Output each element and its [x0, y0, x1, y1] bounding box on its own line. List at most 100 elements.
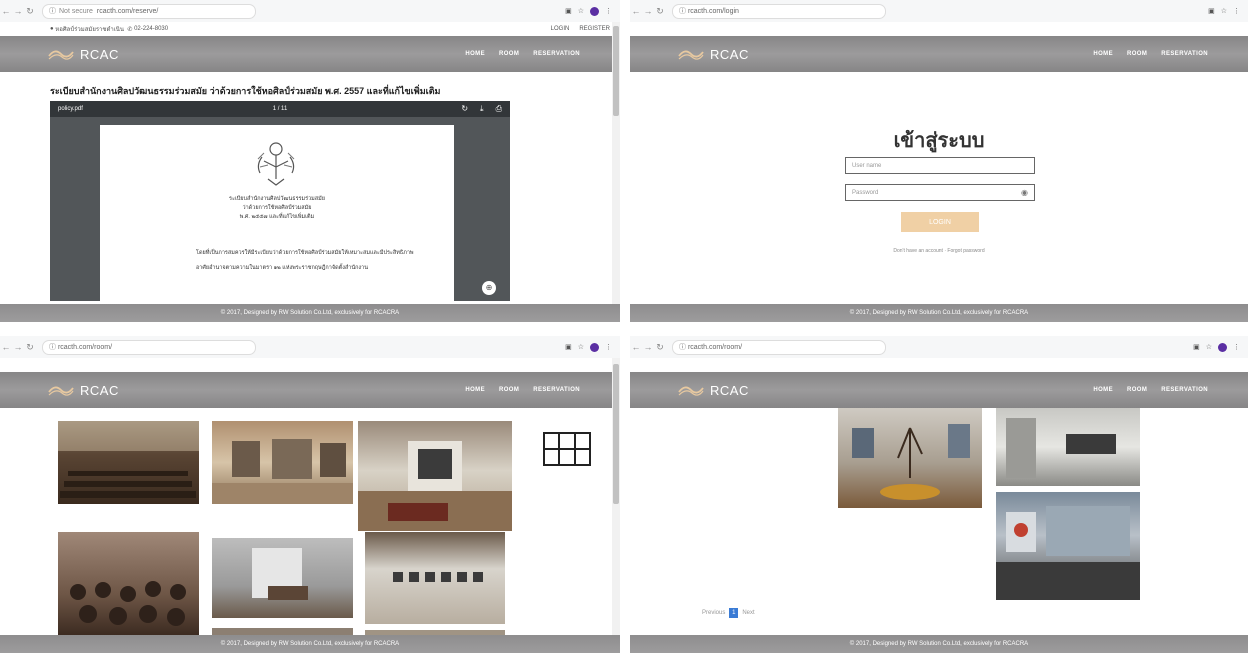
room-photo[interactable] [58, 532, 199, 636]
star-icon[interactable]: ☆ [578, 343, 584, 351]
photo-detail [358, 441, 512, 531]
kebab-menu-icon[interactable]: ⋮ [605, 343, 612, 351]
address-bar[interactable]: ⓘ rcacth.com/room/ [672, 339, 886, 355]
logo-wave-icon [678, 386, 704, 396]
pdf-filename: policy.pdf [58, 106, 83, 112]
menu-home[interactable]: HOME [465, 387, 485, 393]
menu-room[interactable]: ROOM [499, 387, 519, 393]
menu-home[interactable]: HOME [465, 51, 485, 57]
room-photo[interactable] [996, 408, 1140, 486]
username-field[interactable]: User name [845, 157, 1035, 174]
site-logo[interactable]: RCAC [48, 47, 119, 62]
menu-room[interactable]: ROOM [499, 51, 519, 57]
panel-room-gallery: ← → ↻ ⓘ rcacth.com/room/ ▣ ☆ ⋮ RCAC HOME… [0, 336, 620, 653]
menu-home[interactable]: HOME [1093, 387, 1113, 393]
pager-page-1[interactable]: 1 [729, 608, 739, 618]
forward-icon[interactable]: → [642, 6, 654, 16]
doc-heading-3: พ.ศ. ๒๕๕๗ และที่แก้ไขเพิ่มเติม [239, 214, 315, 220]
forward-icon[interactable]: → [642, 342, 654, 352]
room-photo[interactable] [212, 538, 353, 618]
reload-icon[interactable]: ↻ [654, 342, 666, 353]
back-icon[interactable]: ← [0, 6, 12, 16]
reload-icon[interactable]: ↻ [24, 342, 36, 353]
rotate-icon[interactable]: ↻ [461, 104, 468, 114]
site-logo[interactable]: RCAC [678, 383, 749, 398]
extension-icon[interactable]: ▣ [1193, 343, 1200, 351]
back-icon[interactable]: ← [0, 342, 12, 352]
register-link[interactable]: REGISTER [579, 26, 610, 32]
login-link[interactable]: LOGIN [551, 26, 570, 32]
site-header: RCAC HOME ROOM RESERVATION [0, 36, 620, 72]
pdf-toolbar: policy.pdf 1 / 11 ↻ ⤓ ⎙ [50, 101, 510, 117]
eye-icon[interactable]: ◉ [1021, 188, 1028, 197]
room-photo[interactable] [838, 408, 982, 508]
pager-previous[interactable]: Previous [702, 610, 725, 616]
room-photo[interactable] [365, 532, 505, 624]
profile-avatar[interactable] [590, 342, 599, 352]
login-button[interactable]: LOGIN [901, 212, 979, 232]
info-icon: ⓘ [49, 344, 56, 351]
site-logo[interactable]: RCAC [678, 47, 749, 62]
profile-avatar[interactable] [590, 6, 599, 16]
pdf-page: ระเบียบสำนักงานศิลปวัฒนธรรมร่วมสมัย ว่าด… [100, 125, 454, 322]
reload-icon[interactable]: ↻ [24, 6, 36, 17]
room-photo[interactable] [996, 492, 1140, 600]
page-scrollbar[interactable] [612, 22, 620, 322]
menu-reservation[interactable]: RESERVATION [533, 51, 580, 57]
site-topbar: ● หอศิลป์ร่วมสมัยราชดำเนิน ✆ 02-224-8030… [0, 22, 620, 37]
browser-toolbar: ← → ↻ ⓘ rcacth.com/login ▣ ☆ ⋮ [630, 0, 1248, 23]
photo-detail [996, 506, 1140, 600]
site-header: RCAC HOME ROOM RESERVATION [0, 372, 620, 408]
print-icon[interactable]: ⎙ [496, 104, 502, 114]
location-icon: ● [50, 26, 54, 32]
address-bar[interactable]: ⓘ rcacth.com/login [672, 3, 886, 19]
site-topbar [630, 22, 1248, 37]
brand-name: RCAC [710, 382, 749, 398]
menu-home[interactable]: HOME [1093, 51, 1113, 57]
browser-toolbar: ← → ↻ ⓘ rcacth.com/room/ ▣ ☆ ⋮ [630, 336, 1248, 359]
doc-heading-1: ระเบียบสำนักงานศิลปวัฒนธรรมร่วมสมัย [229, 196, 325, 202]
pager-next[interactable]: Next [742, 610, 754, 616]
room-photo[interactable] [58, 421, 199, 504]
document-title: ระเบียบสำนักงานศิลปวัฒนธรรมร่วมสมัย ว่าด… [50, 86, 441, 96]
download-icon[interactable]: ⤓ [480, 104, 484, 114]
topbar-phone: 02-224-8030 [134, 26, 169, 32]
site-logo[interactable]: RCAC [48, 383, 119, 398]
star-icon[interactable]: ☆ [1206, 343, 1212, 351]
address-bar[interactable]: ⓘ Not secure rcacth.com/reserve/ [42, 3, 256, 19]
room-photo[interactable] [358, 421, 512, 531]
extension-icon[interactable]: ▣ [565, 7, 572, 15]
forward-icon[interactable]: → [12, 6, 24, 16]
photo-detail [852, 424, 970, 500]
star-icon[interactable]: ☆ [1221, 7, 1227, 15]
login-help-links[interactable]: Don't have an account · Forgot password [630, 248, 1248, 254]
menu-room[interactable]: ROOM [1127, 51, 1147, 57]
password-field[interactable]: Password ◉ [845, 184, 1035, 201]
menu-reservation[interactable]: RESERVATION [1161, 387, 1208, 393]
menu-room[interactable]: ROOM [1127, 387, 1147, 393]
info-icon: ⓘ [49, 8, 56, 15]
forward-icon[interactable]: → [12, 342, 24, 352]
profile-avatar[interactable] [1218, 342, 1227, 352]
browser-toolbar: ← → ↻ ⓘ rcacth.com/room/ ▣ ☆ ⋮ [0, 336, 620, 359]
back-icon[interactable]: ← [630, 6, 642, 16]
kebab-menu-icon[interactable]: ⋮ [1233, 7, 1240, 15]
grid-view-icon[interactable] [543, 432, 591, 466]
menu-reservation[interactable]: RESERVATION [533, 387, 580, 393]
back-icon[interactable]: ← [630, 342, 642, 352]
pdf-fit-button[interactable]: ⊕ [482, 281, 496, 295]
page-scrollbar[interactable] [612, 358, 620, 653]
address-bar[interactable]: ⓘ rcacth.com/room/ [42, 339, 256, 355]
photo-detail [212, 439, 353, 504]
extension-icon[interactable]: ▣ [565, 343, 572, 351]
info-icon: ⓘ [679, 8, 686, 15]
kebab-menu-icon[interactable]: ⋮ [605, 7, 612, 15]
extension-icon[interactable]: ▣ [1208, 7, 1215, 15]
room-photo[interactable] [212, 421, 353, 504]
menu-reservation[interactable]: RESERVATION [1161, 51, 1208, 57]
photo-detail [58, 421, 199, 498]
url-text: rcacth.com/reserve/ [96, 7, 159, 15]
star-icon[interactable]: ☆ [578, 7, 584, 15]
reload-icon[interactable]: ↻ [654, 6, 666, 17]
kebab-menu-icon[interactable]: ⋮ [1233, 343, 1240, 351]
